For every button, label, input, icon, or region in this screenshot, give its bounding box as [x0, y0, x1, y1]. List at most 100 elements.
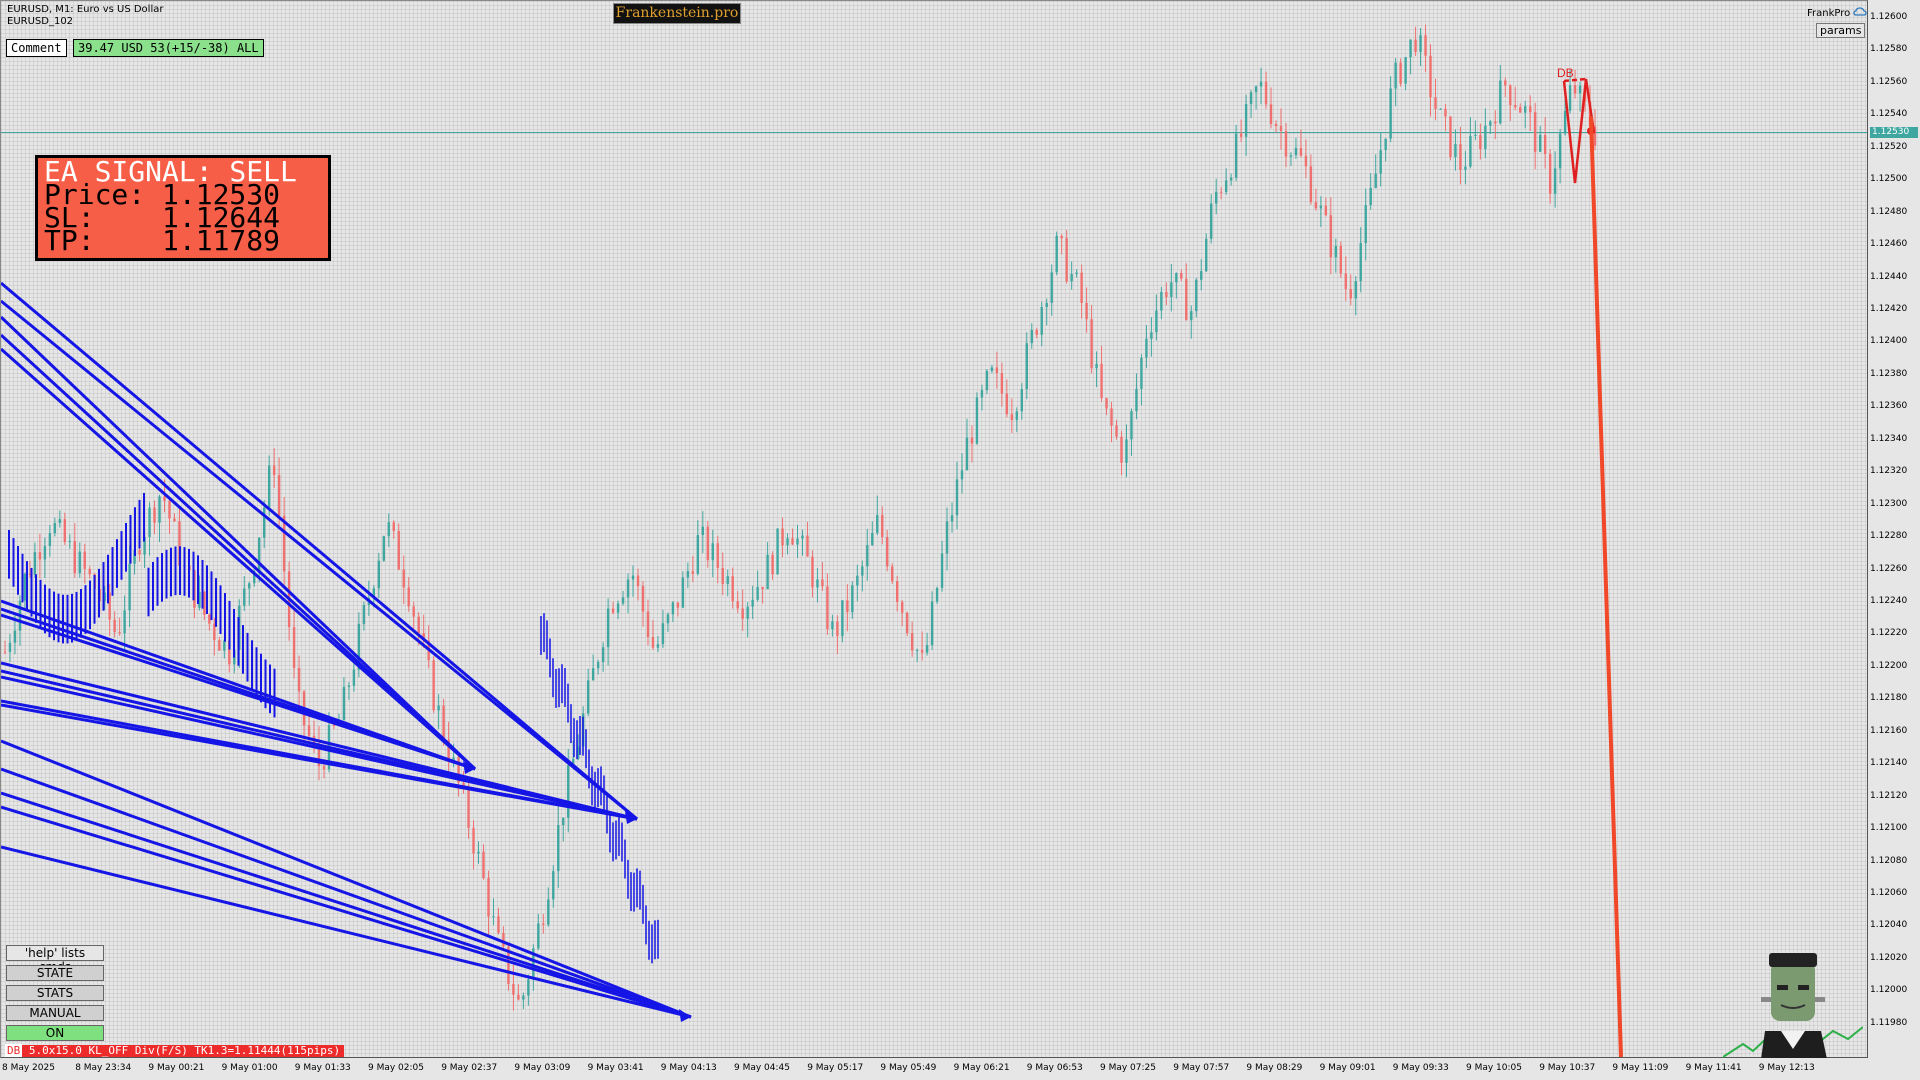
candle-body [1190, 311, 1193, 321]
candle-body [1274, 124, 1278, 127]
candle-body [1389, 88, 1392, 139]
candle-body [297, 667, 301, 692]
candle-body [866, 545, 869, 567]
candle-body [1519, 107, 1522, 113]
candle-body [955, 479, 959, 516]
price-tick-label: 1.12600 [1870, 12, 1908, 22]
candle-body [1200, 271, 1203, 280]
ea-signal-panel: EA SIGNAL: SELL Price: 1.12530 SL: 1.126… [35, 155, 331, 261]
candle-body [1469, 135, 1472, 167]
brand-label[interactable]: Frankenstein.pro [613, 3, 741, 24]
candle-body [970, 437, 974, 444]
price-tick-label: 1.12420 [1870, 304, 1908, 314]
time-tick-label: 9 May 07:25 [1100, 1063, 1156, 1073]
candle-body [1538, 134, 1542, 152]
candle-body [1309, 166, 1313, 203]
price-scale[interactable] [1868, 0, 1920, 1058]
candle-body [786, 538, 789, 546]
candle-body [596, 662, 600, 669]
candle-body [1459, 144, 1462, 170]
candle-body [681, 577, 685, 608]
candle-body [417, 616, 420, 634]
candle-body [3, 651, 7, 653]
candle-body [886, 536, 889, 567]
candle-body [626, 579, 630, 598]
price-tick-label: 1.12540 [1870, 109, 1908, 120]
candle-body [342, 687, 346, 720]
candle-body [945, 521, 949, 554]
candle-body [1085, 302, 1088, 320]
candle-body [1489, 121, 1492, 126]
candle-body [1424, 35, 1427, 56]
candle-body [1304, 155, 1308, 167]
price-tick-label: 1.12020 [1870, 952, 1908, 963]
on-toggle-button[interactable]: ON [6, 1025, 104, 1041]
candle-body [1100, 363, 1103, 399]
candle-body [1553, 168, 1557, 194]
state-button[interactable]: STATE [6, 965, 104, 981]
candle-body [562, 817, 565, 826]
candle-body [512, 983, 515, 995]
candle-body [153, 507, 156, 523]
candle-body [13, 630, 17, 643]
candle-body [1115, 425, 1118, 437]
candle-body [407, 587, 410, 607]
time-tick-label: 9 May 06:53 [1026, 1063, 1083, 1073]
candle-body [1165, 291, 1168, 298]
candle-body [1434, 97, 1437, 110]
cloud-sync-icon[interactable] [1853, 6, 1867, 18]
price-tick-label: 1.12380 [1870, 368, 1908, 379]
params-button[interactable]: params [1816, 23, 1866, 38]
chart-area[interactable]: DB EURUSD, M1: Euro vs US Dollar EURUSD_… [0, 0, 1868, 1059]
candle-body [1145, 338, 1148, 358]
candle-body [586, 680, 590, 714]
candle-body [671, 602, 675, 615]
comment-button[interactable]: Comment [6, 39, 67, 57]
candle-body [716, 543, 719, 569]
candle-body [113, 619, 116, 633]
candle-body [1035, 330, 1038, 335]
price-tick-label: 1.11980 [1870, 1017, 1908, 1028]
candle-body [392, 522, 395, 531]
candle-body [656, 644, 660, 648]
candle-body [895, 581, 899, 602]
candle-body [48, 533, 52, 547]
candle-body [387, 522, 390, 537]
candle-body [1125, 439, 1128, 463]
candle-body [836, 621, 839, 637]
symbol-subtitle: EURUSD_102 [7, 16, 74, 27]
help-commands-button[interactable]: 'help' lists cmds [6, 945, 104, 974]
candle-body [1214, 191, 1218, 204]
candle-body [1170, 282, 1173, 298]
candle-body [148, 507, 151, 537]
candle-body [1249, 92, 1253, 105]
candle-body [591, 668, 595, 681]
candle-body [1259, 81, 1263, 87]
candle-body [128, 563, 131, 611]
candle-body [1180, 273, 1183, 279]
candle-body [467, 787, 470, 828]
time-tick-label: 9 May 03:09 [514, 1063, 571, 1073]
candle-body [881, 514, 884, 537]
candle-body [262, 507, 266, 538]
signal-arrow-line [1, 333, 477, 771]
candle-body [1529, 106, 1532, 113]
candle-body [796, 538, 799, 545]
manual-button[interactable]: MANUAL [6, 1005, 104, 1021]
candle-body [118, 632, 121, 634]
candle-body [1070, 273, 1073, 282]
candle-body [208, 614, 211, 624]
stats-button[interactable]: STATS [6, 985, 104, 1001]
candle-body [930, 601, 934, 646]
price-tick-label: 1.12440 [1870, 271, 1908, 282]
price-tick-label: 1.12340 [1870, 433, 1908, 444]
time-tick-label: 9 May 02:05 [368, 1063, 424, 1073]
candle-body [606, 608, 610, 648]
signal-arrow-line [1, 315, 477, 771]
candle-body [497, 916, 500, 933]
candle-body [1025, 343, 1028, 390]
candle-body [1543, 134, 1547, 154]
candle-body [382, 536, 386, 561]
candle-body [1239, 133, 1243, 137]
candle-body [1409, 39, 1412, 58]
